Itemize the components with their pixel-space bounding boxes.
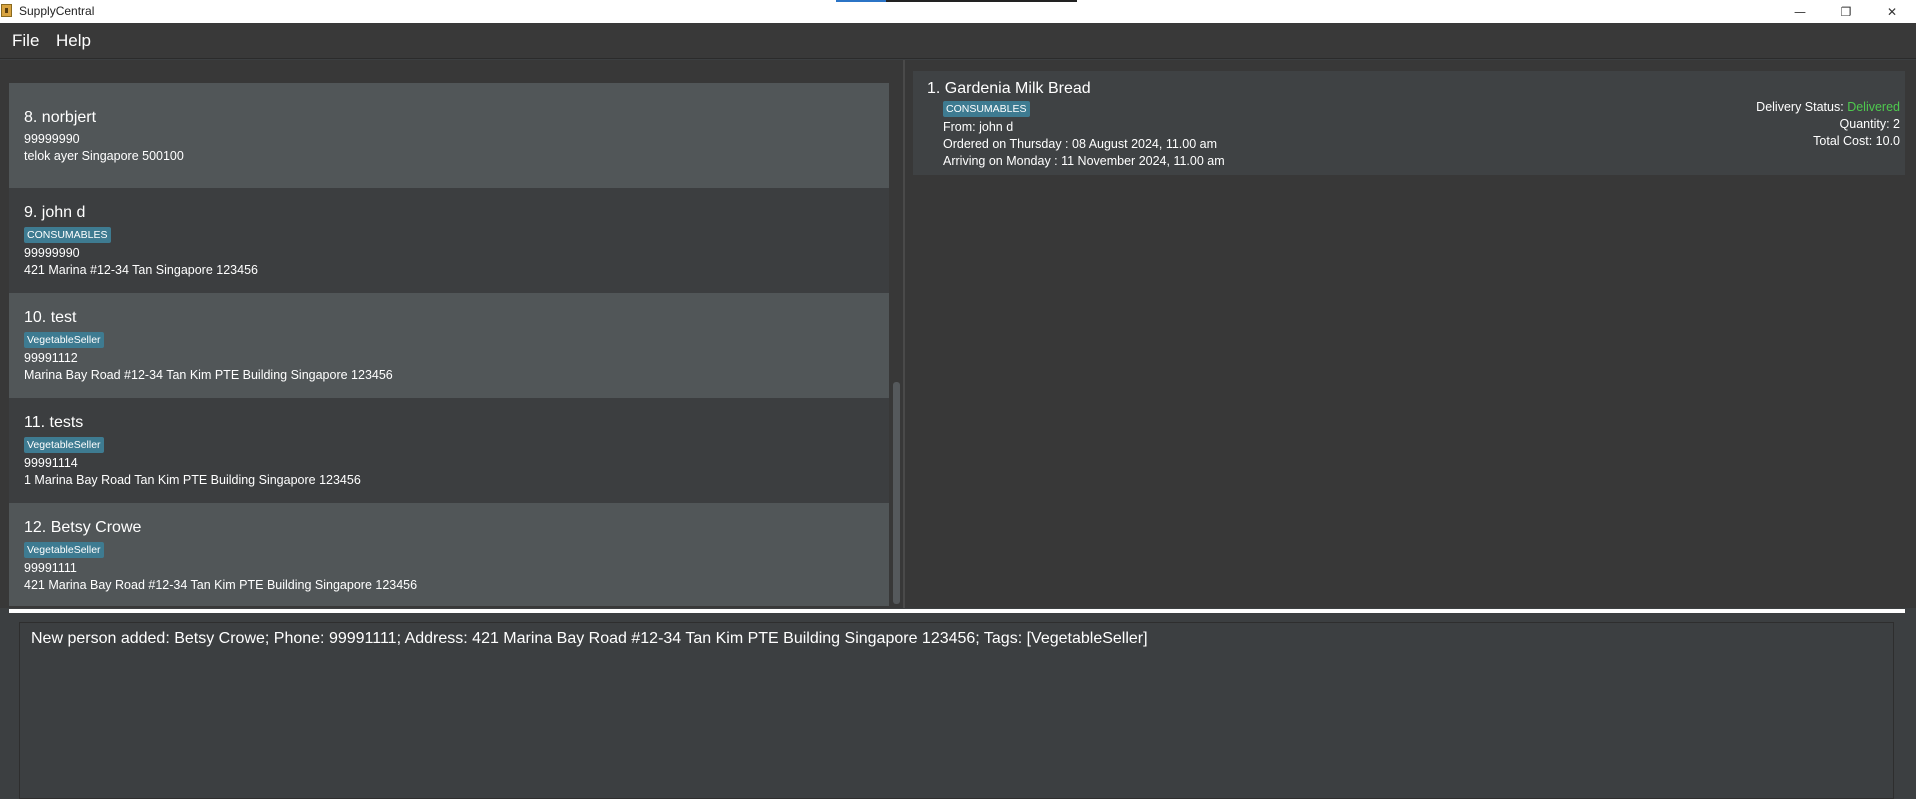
person-card[interactable]: 12. Betsy Crowe VegetableSeller 99991111… — [9, 503, 889, 606]
order-title: 1. Gardenia Milk Bread — [927, 80, 1091, 97]
order-tag: CONSUMABLES — [943, 101, 1030, 117]
pane-divider[interactable] — [9, 609, 1905, 613]
person-tag: VegetableSeller — [24, 332, 104, 348]
person-card[interactable]: 11. tests VegetableSeller 99991114 1 Mar… — [9, 398, 889, 503]
person-phone: 99991111 — [24, 561, 77, 575]
person-name: 11. tests — [24, 414, 84, 431]
window-title: SupplyCentral — [19, 4, 95, 18]
title-accent-bar — [836, 0, 886, 2]
person-phone: 99991114 — [24, 456, 78, 470]
order-quantity: Quantity: 2 — [1839, 117, 1900, 131]
person-card[interactable]: 8. norbjert 99999990 telok ayer Singapor… — [9, 83, 889, 188]
title-accent-bar-dark — [886, 0, 1077, 2]
person-phone: 99991112 — [24, 351, 78, 365]
menu-help[interactable]: Help — [56, 31, 91, 51]
result-message: New person added: Betsy Crowe; Phone: 99… — [31, 630, 1148, 647]
person-address: Marina Bay Road #12-34 Tan Kim PTE Build… — [24, 368, 393, 382]
order-ordered-date: Ordered on Thursday : 08 August 2024, 11… — [943, 137, 1218, 151]
person-tag: VegetableSeller — [24, 437, 104, 453]
order-card[interactable]: 1. Gardenia Milk Bread CONSUMABLES From:… — [913, 71, 1905, 175]
person-name: 12. Betsy Crowe — [24, 519, 142, 536]
app-icon — [1, 4, 12, 17]
status-badge: Delivered — [1847, 100, 1900, 114]
person-address: telok ayer Singapore 500100 — [24, 149, 184, 163]
person-address: 421 Marina Bay Road #12-34 Tan Kim PTE B… — [24, 578, 418, 592]
result-display: New person added: Betsy Crowe; Phone: 99… — [19, 622, 1894, 799]
person-phone: 99999990 — [24, 132, 80, 146]
menu-file[interactable]: File — [12, 31, 39, 51]
minimize-button[interactable]: — — [1777, 0, 1823, 23]
restore-button[interactable]: ❐ — [1823, 0, 1869, 23]
menu-bar: File Help — [0, 23, 1916, 59]
person-name: 8. norbjert — [24, 109, 97, 126]
person-list-scrollbar[interactable] — [893, 382, 900, 604]
order-delivery-status: Delivery Status: Delivered — [1756, 100, 1900, 114]
order-from: From: john d — [943, 120, 1014, 134]
person-tag: VegetableSeller — [24, 542, 104, 558]
person-name: 10. test — [24, 309, 77, 326]
person-phone: 99999990 — [24, 246, 80, 260]
person-address: 1 Marina Bay Road Tan Kim PTE Building S… — [24, 473, 361, 487]
person-tag: CONSUMABLES — [24, 227, 111, 243]
person-card[interactable]: 9. john d CONSUMABLES 99999990 421 Marin… — [9, 188, 889, 293]
person-address: 421 Marina #12-34 Tan Singapore 123456 — [24, 263, 258, 277]
window-titlebar: SupplyCentral — ❐ ✕ — [0, 0, 1916, 23]
person-card[interactable]: 10. test VegetableSeller 99991112 Marina… — [9, 293, 889, 398]
order-total-cost: Total Cost: 10.0 — [1813, 134, 1900, 148]
close-button[interactable]: ✕ — [1869, 0, 1915, 23]
order-arriving-date: Arriving on Monday : 11 November 2024, 1… — [943, 154, 1225, 168]
person-name: 9. john d — [24, 204, 86, 221]
